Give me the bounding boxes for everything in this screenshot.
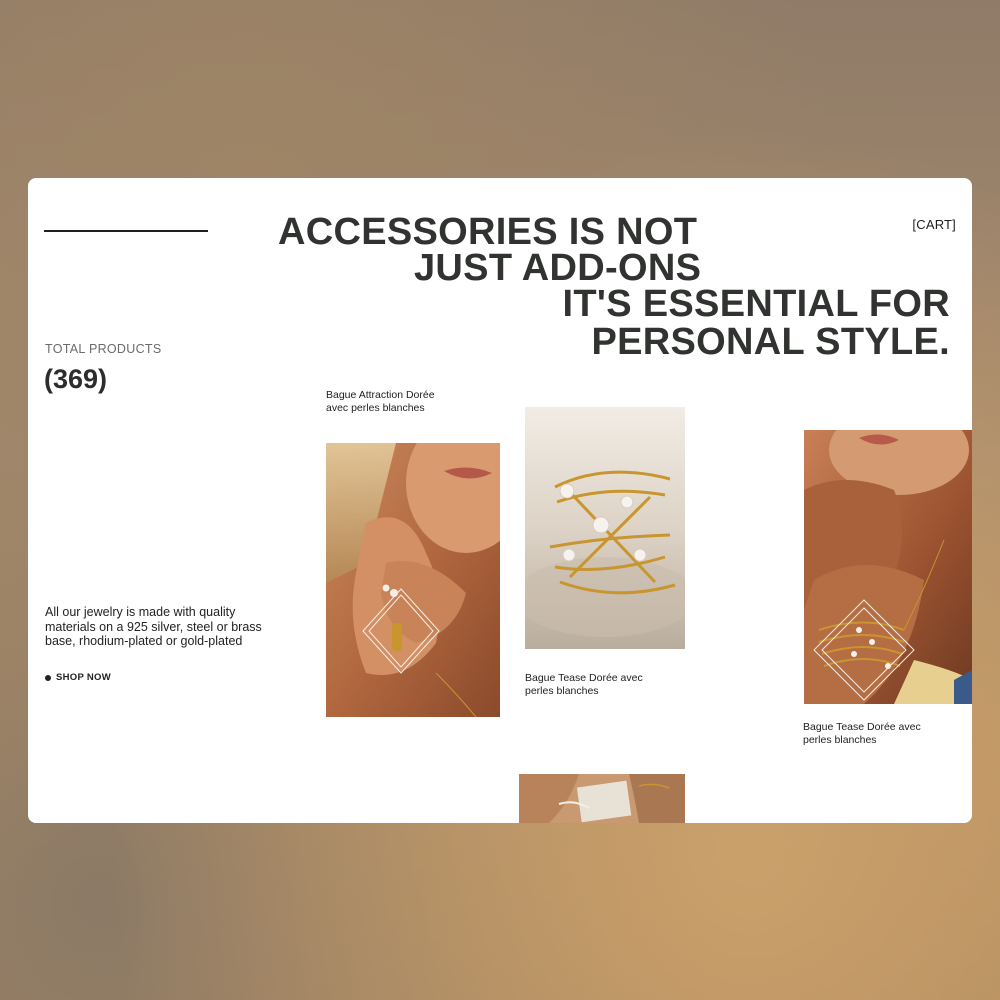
hands-partial-photo[interactable] xyxy=(519,774,685,823)
product-caption-2[interactable]: Bague Tease Dorée avec perles blanches xyxy=(525,672,665,697)
top-divider xyxy=(44,230,208,232)
total-products-label: TOTAL PRODUCTS xyxy=(45,342,162,356)
headline-line-2: JUST ADD-ONS xyxy=(414,247,702,289)
product-caption-1[interactable]: Bague Attraction Dorée avec perles blanc… xyxy=(326,389,436,414)
product-caption-3[interactable]: Bague Tease Dorée avec perles blanches xyxy=(803,721,943,746)
main-card: [CART] ACCESSORIES IS NOT JUST ADD-ONS I… xyxy=(28,178,972,823)
shop-now-button[interactable]: SHOP NOW xyxy=(45,672,111,683)
headline-line-4: PERSONAL STYLE. xyxy=(591,321,950,363)
cart-link[interactable]: [CART] xyxy=(912,217,956,232)
materials-description: All our jewelry is made with quality mat… xyxy=(45,605,262,648)
shop-now-label: SHOP NOW xyxy=(56,672,112,683)
headline-line-3: IT'S ESSENTIAL FOR xyxy=(562,283,950,325)
bullet-dot-icon xyxy=(45,674,51,681)
total-products-count: (369) xyxy=(44,364,108,394)
model-wrist-bracelet-photo[interactable] xyxy=(804,430,972,704)
headline-line-1: ACCESSORIES IS NOT xyxy=(278,211,698,253)
model-hand-rings-photo[interactable] xyxy=(326,443,500,717)
gold-pearl-ring-on-sand-photo[interactable] xyxy=(525,407,685,649)
